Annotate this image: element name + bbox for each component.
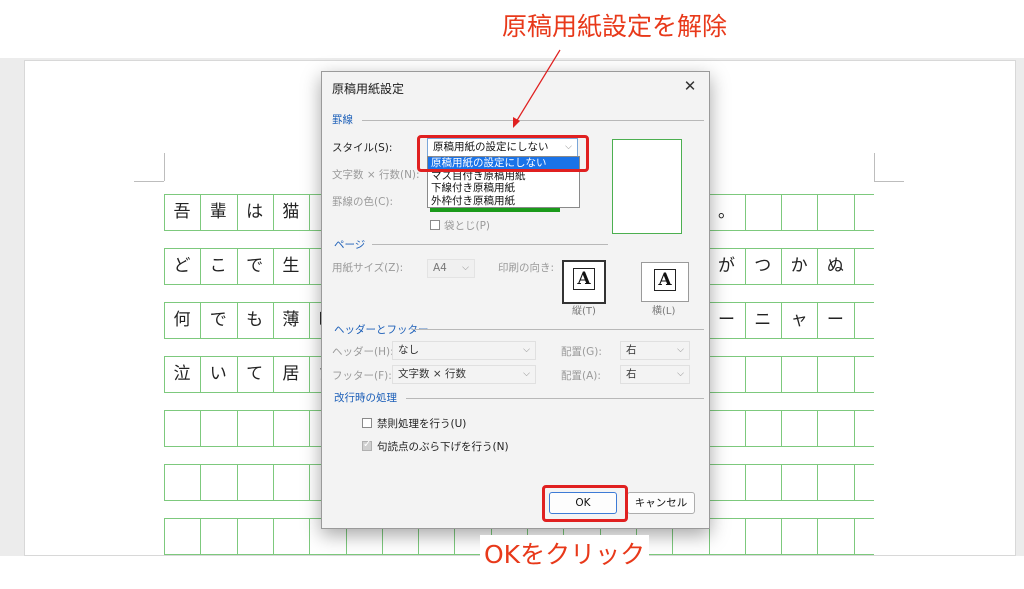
annotation-click-ok: OKをクリック — [480, 535, 650, 571]
annotation-arrow — [513, 49, 561, 128]
